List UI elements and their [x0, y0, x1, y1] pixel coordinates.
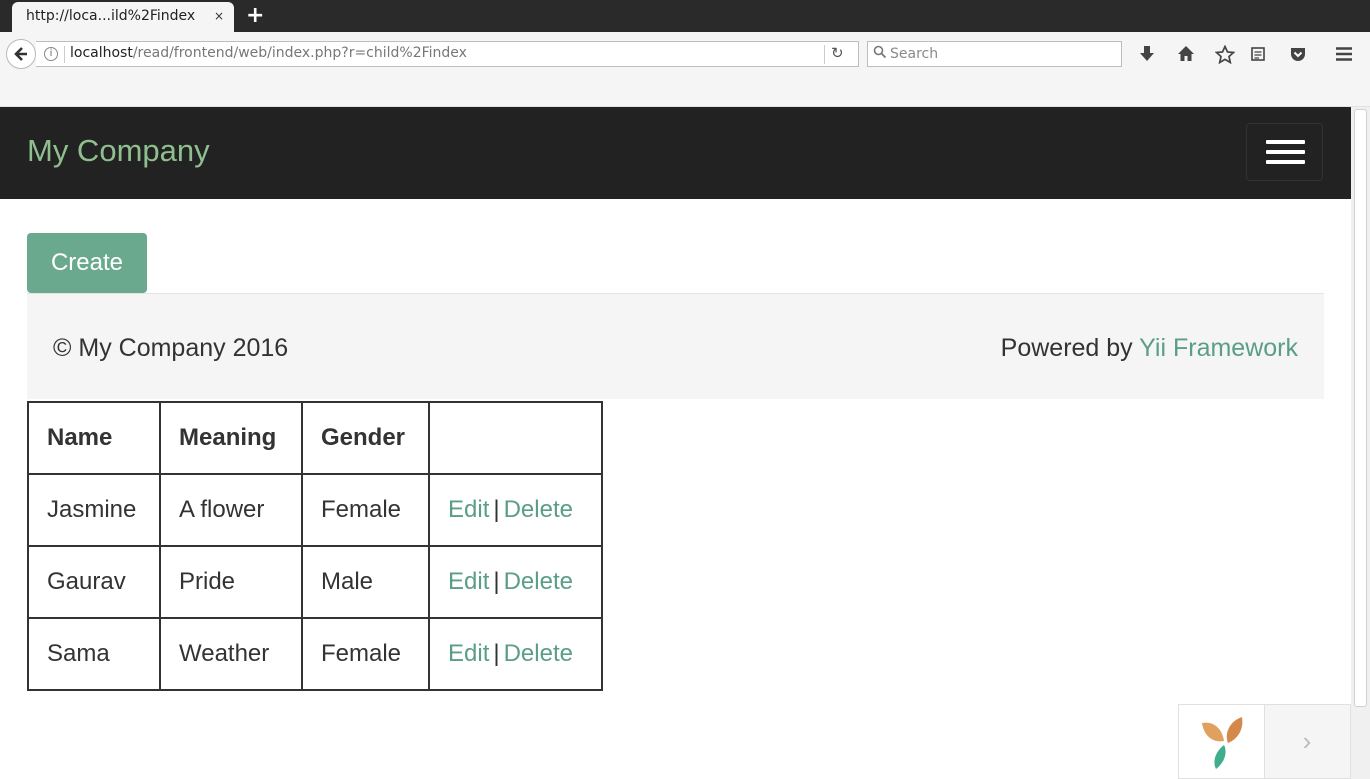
cell-name: Jasmine — [27, 473, 161, 547]
delete-link[interactable]: Delete — [504, 496, 573, 523]
cell-meaning: Weather — [159, 617, 303, 691]
url-text[interactable]: localhost/read/frontend/web/index.php?r=… — [70, 45, 467, 61]
home-icon[interactable] — [1173, 41, 1199, 67]
cell-name: Sama — [27, 617, 161, 691]
tab-title: http://loca...ild%2Findex — [26, 8, 196, 24]
url-divider — [64, 46, 65, 63]
info-icon[interactable]: i — [44, 47, 58, 61]
cell-gender: Female — [301, 617, 430, 691]
powered-by-text: Powered by — [1000, 334, 1140, 362]
cell-actions: Edit | Delete — [428, 617, 603, 691]
back-button[interactable] — [6, 39, 36, 69]
cell-name: Gaurav — [27, 545, 161, 619]
table-row: Gaurav Pride Male Edit | Delete — [27, 545, 603, 619]
yii-logo-icon — [1201, 716, 1242, 769]
column-header-name: Name — [27, 401, 161, 475]
delete-link[interactable]: Delete — [504, 640, 573, 667]
debug-toggle-arrow-icon[interactable]: › — [1264, 705, 1350, 778]
reading-list-icon[interactable] — [1245, 41, 1271, 67]
table-header-row: Name Meaning Gender — [27, 401, 603, 475]
download-icon[interactable] — [1134, 41, 1160, 67]
tab-close-icon[interactable]: × — [214, 9, 224, 23]
children-table: Name Meaning Gender Jasmine A flower Fem… — [27, 401, 603, 691]
action-separator: | — [493, 640, 500, 667]
column-header-actions — [428, 401, 603, 475]
table-row: Sama Weather Female Edit | Delete — [27, 617, 603, 691]
page-viewport: My Company Create © My Company 2016 Powe… — [0, 107, 1351, 779]
edit-link[interactable]: Edit — [448, 640, 489, 667]
yii-debug-toolbar: › — [1178, 704, 1351, 779]
search-bar[interactable] — [867, 41, 1122, 67]
back-arrow-icon — [14, 47, 27, 61]
reload-icon[interactable]: ↻ — [831, 44, 844, 62]
site-navbar: My Company — [0, 107, 1351, 199]
hamburger-line — [1266, 160, 1305, 164]
page-scrollbar[interactable] — [1351, 107, 1370, 779]
reload-divider — [824, 45, 825, 64]
edit-link[interactable]: Edit — [448, 568, 489, 595]
create-button[interactable]: Create — [27, 233, 147, 293]
yii-framework-link[interactable]: Yii Framework — [1139, 334, 1298, 362]
menu-icon[interactable] — [1331, 41, 1357, 67]
cell-gender: Male — [301, 545, 430, 619]
brand-link[interactable]: My Company — [27, 133, 210, 169]
hamburger-line — [1266, 140, 1305, 144]
hamburger-line — [1266, 150, 1305, 154]
cell-meaning: Pride — [159, 545, 303, 619]
cell-actions: Edit | Delete — [428, 473, 603, 547]
footer-copyright: © My Company 2016 — [53, 334, 289, 362]
browser-tab[interactable]: http://loca...ild%2Findex × — [12, 2, 234, 32]
url-path: /read/frontend/web/index.php?r=child%2Fi… — [132, 45, 467, 61]
footer: © My Company 2016 Powered by Yii Framewo… — [27, 293, 1324, 399]
url-bar[interactable]: i localhost/read/frontend/web/index.php?… — [36, 41, 859, 67]
search-icon — [873, 45, 887, 59]
delete-link[interactable]: Delete — [504, 568, 573, 595]
yii-logo-button[interactable] — [1179, 705, 1265, 778]
footer-powered-by: Powered by Yii Framework — [1001, 334, 1298, 363]
edit-link[interactable]: Edit — [448, 496, 489, 523]
action-separator: | — [493, 496, 500, 523]
url-host: localhost — [70, 45, 133, 61]
browser-toolbar: i localhost/read/frontend/web/index.php?… — [0, 32, 1370, 107]
new-tab-icon[interactable]: + — [246, 3, 264, 28]
browser-tab-strip: http://loca...ild%2Findex × + — [0, 0, 1370, 32]
navbar-toggle-button[interactable] — [1246, 123, 1323, 181]
table-row: Jasmine A flower Female Edit | Delete — [27, 473, 603, 547]
scrollbar-thumb[interactable] — [1354, 109, 1367, 707]
cell-gender: Female — [301, 473, 430, 547]
pocket-icon[interactable] — [1285, 41, 1311, 67]
cell-meaning: A flower — [159, 473, 303, 547]
column-header-gender: Gender — [301, 401, 430, 475]
cell-actions: Edit | Delete — [428, 545, 603, 619]
search-input[interactable] — [890, 44, 1115, 64]
action-separator: | — [493, 568, 500, 595]
column-header-meaning: Meaning — [159, 401, 303, 475]
bookmark-star-icon[interactable] — [1212, 41, 1238, 67]
